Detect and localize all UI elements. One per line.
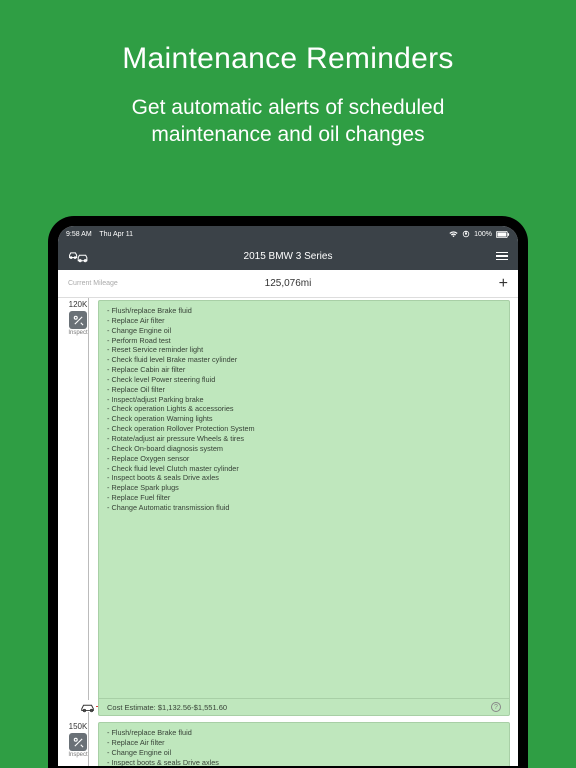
add-button[interactable]: + [499,275,508,293]
battery-percent: 100% [474,231,492,238]
promo-subtitle-line2: maintenance and oil changes [151,123,424,146]
milestone-tag: Inspect [58,752,98,758]
service-item: - Reset Service reminder light [107,345,501,355]
service-item: - Perform Road test [107,336,501,346]
vehicle-switcher-button[interactable] [68,249,108,263]
inspect-icon [69,733,87,751]
menu-button[interactable] [468,252,508,261]
milestone-tag: Inspect [58,330,98,336]
service-item: - Check level Power steering fluid [107,375,501,385]
page-title: 2015 BMW 3 Series [244,251,333,262]
service-item: - Change Automatic transmission fluid [107,503,501,513]
help-icon[interactable]: ? [491,702,501,712]
service-item: - Check fluid level Clutch master cylind… [107,464,501,474]
device-frame: 9:58 AM Thu Apr 11 100% [48,216,528,768]
milestone-label: 120K [58,300,98,309]
nav-bar: 2015 BMW 3 Series [58,242,518,270]
service-card-120k[interactable]: - Flush/replace Brake fluid- Replace Air… [98,300,510,716]
timeline[interactable]: 120K Inspect 150K [58,298,518,766]
status-bar: 9:58 AM Thu Apr 11 100% [58,226,518,242]
milestone-150k[interactable]: 150K Inspect [58,722,98,758]
rotation-lock-icon [462,230,470,238]
status-left: 9:58 AM Thu Apr 11 [66,231,133,238]
service-item: - Check On-board diagnosis system [107,444,501,454]
service-item: - Change Engine oil [107,748,501,758]
app-screen: 9:58 AM Thu Apr 11 100% [58,226,518,766]
status-date: Thu Apr 11 [99,231,133,238]
mileage-label: Current Mileage [68,280,118,287]
service-item: - Inspect boots & seals Drive axles [107,758,501,766]
service-item: - Inspect boots & seals Drive axles [107,473,501,483]
service-item: - Check operation Warning lights [107,414,501,424]
cost-estimate-text: Cost Estimate: $1,132.56-$1,551.60 [107,703,227,712]
service-item: - Rotate/adjust air pressure Wheels & ti… [107,434,501,444]
promo-subtitle-line1: Get automatic alerts of scheduled [132,96,445,119]
status-right: 100% [449,230,510,238]
status-time: 9:58 AM [66,231,92,238]
mileage-row: Current Mileage 125,076mi + [58,270,518,298]
service-item: - Replace Oil filter [107,385,501,395]
service-item: - Check operation Lights & accessories [107,404,501,414]
timeline-gutter: 120K Inspect 150K [58,298,98,766]
service-card-items: - Flush/replace Brake fluid- Replace Air… [99,301,509,516]
service-item: - Flush/replace Brake fluid [107,306,501,316]
cost-estimate-row: Cost Estimate: $1,132.56-$1,551.60 ? [99,698,509,715]
promo-title: Maintenance Reminders [0,0,576,76]
wifi-icon [449,231,458,238]
cards-area: - Flush/replace Brake fluid- Replace Air… [98,298,518,766]
inspect-icon [69,311,87,329]
service-item: - Check fluid level Brake master cylinde… [107,355,501,365]
service-item: - Replace Air filter [107,316,501,326]
promo-background: Maintenance Reminders Get automatic aler… [0,0,576,768]
service-item: - Replace Air filter [107,738,501,748]
promo-subtitle: Get automatic alerts of scheduled mainte… [0,94,576,149]
service-card-items: - Flush/replace Brake fluid- Replace Air… [99,723,509,766]
car-marker-icon [80,700,96,712]
service-item: - Replace Cabin air filter [107,365,501,375]
service-item: - Replace Oxygen sensor [107,454,501,464]
service-item: - Replace Spark plugs [107,483,501,493]
service-item: - Check operation Rollover Protection Sy… [107,424,501,434]
cars-icon [68,249,90,263]
milestone-label: 150K [58,722,98,731]
timeline-line [88,298,89,766]
battery-icon [496,231,510,238]
milestone-120k[interactable]: 120K Inspect [58,300,98,336]
service-item: - Change Engine oil [107,326,501,336]
service-item: - Inspect/adjust Parking brake [107,395,501,405]
service-item: - Replace Fuel filter [107,493,501,503]
mileage-value[interactable]: 125,076mi [68,278,508,289]
hamburger-icon [496,252,508,261]
service-card-150k[interactable]: - Flush/replace Brake fluid- Replace Air… [98,722,510,766]
service-item: - Flush/replace Brake fluid [107,728,501,738]
